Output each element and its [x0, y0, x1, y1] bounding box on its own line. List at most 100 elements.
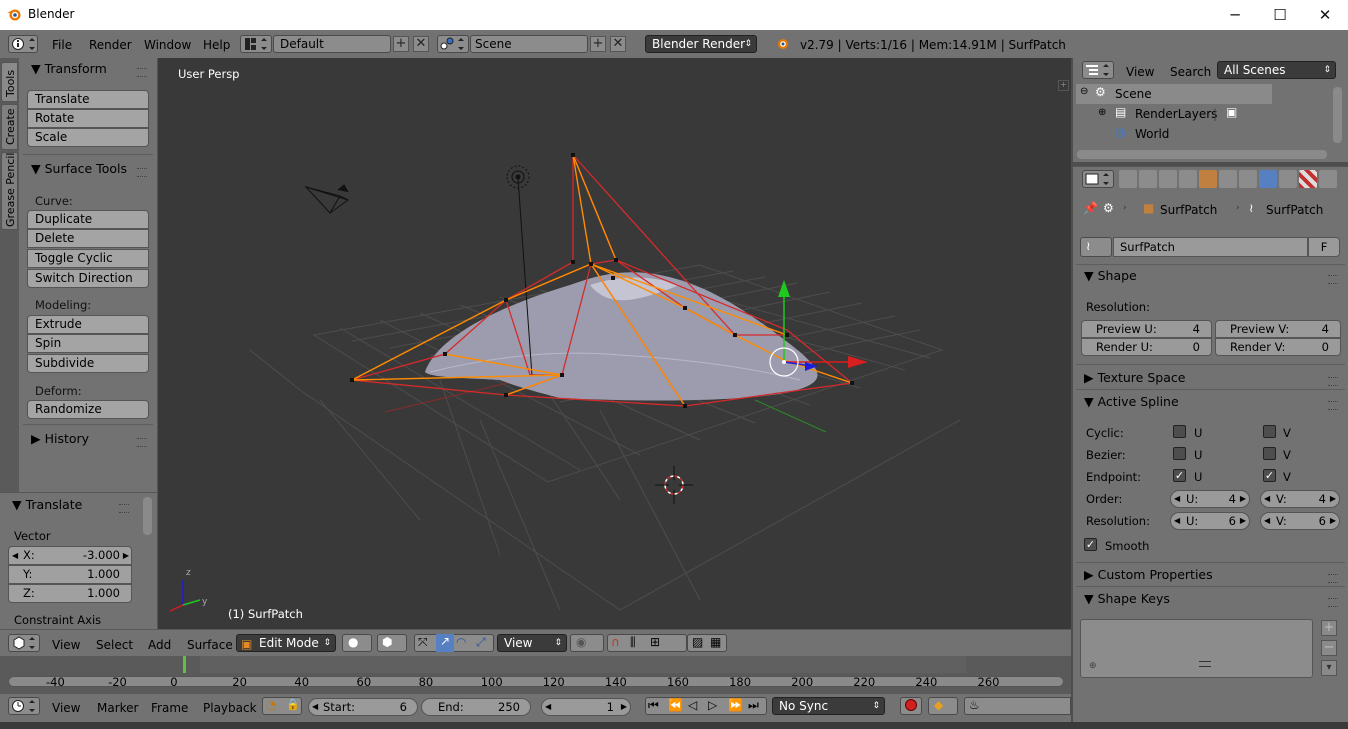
datablock-browse-button[interactable]: ≀ — [1080, 237, 1112, 257]
decrement-arrow-icon[interactable]: ◀ — [545, 699, 551, 715]
decrement-arrow-icon[interactable]: ◀ — [1264, 491, 1270, 507]
record-button[interactable] — [900, 697, 922, 715]
3d-viewport[interactable]: User Persp z y (1) SurfPatch + — [158, 58, 1071, 629]
menu-view[interactable]: View — [1126, 65, 1154, 79]
remove-screen-icon[interactable]: ✕ — [413, 36, 429, 52]
cyclic-v-checkbox[interactable] — [1263, 425, 1276, 438]
add-screen-icon[interactable]: + — [393, 36, 409, 52]
play-reverse-icon[interactable]: ◁ — [688, 698, 697, 712]
pivot-point-button[interactable]: ⬢ — [377, 634, 407, 652]
viewport-expand-icon[interactable]: + — [1058, 80, 1069, 91]
panel-grip-icon[interactable] — [137, 438, 147, 447]
scene-browse-button[interactable] — [437, 35, 469, 53]
menu-search[interactable]: Search — [1170, 65, 1211, 79]
panel-grip-icon[interactable] — [137, 68, 147, 77]
tab-tools[interactable]: Tools — [1, 62, 18, 102]
decrement-arrow-icon[interactable]: ◀ — [1174, 513, 1180, 529]
render-u-field[interactable]: Render U: 0 — [1081, 338, 1212, 356]
shape-keys-list[interactable]: ⊕ — [1080, 619, 1313, 678]
transform-panel-header[interactable]: ▼ Transform — [31, 61, 107, 76]
rotate-manipulator-icon[interactable]: ◠ — [456, 635, 466, 649]
smooth-checkbox[interactable]: ✓ — [1084, 538, 1097, 551]
menu-window[interactable]: Window — [144, 38, 191, 52]
increment-arrow-icon[interactable]: ▶ — [1240, 491, 1246, 507]
menu-playback[interactable]: Playback — [203, 701, 257, 715]
active-spline-panel-header[interactable]: ▼ Active Spline — [1084, 394, 1179, 409]
custom-properties-panel-header[interactable]: ▶ Custom Properties — [1084, 567, 1213, 582]
operator-panel-header[interactable]: ▼ Translate — [12, 497, 82, 512]
jump-start-icon[interactable]: ⏮ — [648, 698, 659, 713]
render-v-field[interactable]: Render V: 0 — [1215, 338, 1341, 356]
panel-grip-icon[interactable] — [137, 168, 147, 177]
vector-y-field[interactable]: Y: 1.000 — [8, 565, 132, 584]
vector-x-field[interactable]: ◀ X: -3.000 ▶ — [8, 546, 132, 565]
increment-arrow-icon[interactable]: ▶ — [1330, 491, 1336, 507]
vector-z-field[interactable]: Z: 1.000 — [8, 584, 132, 603]
outliner-row-scene[interactable]: ⊖ ⚙ Scene — [1076, 84, 1272, 104]
translate-manipulator-icon[interactable]: ↗ — [436, 634, 454, 652]
order-v-field[interactable]: ◀ V: 4 ▶ — [1260, 490, 1340, 508]
maximize-button[interactable]: ☐ — [1257, 0, 1303, 30]
preview-range-buttons[interactable]: ◔ 🔒 — [262, 697, 302, 715]
timeline-area[interactable]: -40 -20 0 20 40 60 80 100 120 140 160 180 200 220 240 2… — [0, 656, 1071, 694]
shape-keys-panel-header[interactable]: ▼ Shape Keys — [1084, 591, 1170, 606]
panel-grip-icon[interactable] — [1328, 598, 1338, 607]
panel-grip-icon[interactable] — [1328, 401, 1338, 410]
menu-add[interactable]: Add — [148, 638, 171, 652]
shape-key-specials-icon[interactable]: ▾ — [1321, 660, 1337, 676]
increment-arrow-icon[interactable]: ▶ — [123, 547, 129, 564]
next-keyframe-icon[interactable]: ⏩ — [728, 698, 743, 712]
play-icon[interactable]: ▷ — [708, 698, 717, 712]
material-tab-icon[interactable] — [1279, 170, 1297, 188]
randomize-button[interactable]: Randomize — [27, 400, 149, 419]
playhead-marker[interactable] — [183, 656, 186, 673]
list-filter-icon[interactable]: ⊕ — [1089, 661, 1097, 671]
panel-grip-icon[interactable] — [1328, 377, 1338, 386]
endpoint-u-checkbox[interactable]: ✓ — [1173, 469, 1186, 482]
panel-grip-icon[interactable] — [119, 504, 129, 513]
prev-keyframe-icon[interactable]: ⏪ — [668, 698, 683, 712]
delete-button[interactable]: Delete — [27, 229, 149, 248]
timeline-scrollbar[interactable] — [8, 676, 1064, 687]
expand-icon[interactable]: ⊕ — [1098, 107, 1106, 118]
rotate-button[interactable]: Rotate — [27, 109, 149, 128]
jump-end-icon[interactable]: ⏭ — [748, 698, 759, 713]
render-layers-tab-icon[interactable] — [1139, 170, 1157, 188]
outliner-vertical-scrollbar[interactable] — [1333, 87, 1342, 143]
increment-arrow-icon[interactable]: ▶ — [1240, 513, 1246, 529]
decrement-arrow-icon[interactable]: ◀ — [1174, 491, 1180, 507]
scene-tab-icon[interactable] — [1159, 170, 1177, 188]
current-frame-field[interactable]: ◀ 1 ▶ — [541, 698, 631, 716]
remove-scene-icon[interactable]: ✕ — [610, 36, 626, 52]
pin-icon[interactable]: 📌 — [1083, 201, 1098, 215]
physics-tab-icon[interactable] — [1319, 170, 1337, 188]
constraints-tab-icon[interactable] — [1219, 170, 1237, 188]
texture-tab-icon[interactable] — [1299, 170, 1317, 188]
texture-space-panel-header[interactable]: ▶ Texture Space — [1084, 370, 1185, 385]
world-tab-icon[interactable] — [1179, 170, 1197, 188]
history-panel-header[interactable]: ▶ History — [31, 431, 89, 446]
resolution-v-field[interactable]: ◀ V: 6 ▶ — [1260, 512, 1340, 530]
outliner-display-select[interactable]: All Scenes ⇕ — [1217, 61, 1336, 79]
manipulator-toggle-icon[interactable]: ⤧ — [418, 635, 428, 650]
menu-file[interactable]: File — [52, 38, 72, 52]
operator-scrollbar[interactable] — [143, 497, 152, 535]
add-shape-key-icon[interactable]: + — [1321, 620, 1337, 636]
outliner-row-renderlayers[interactable]: ⊕ ▤ RenderLayers | ▣ — [1076, 104, 1272, 124]
increment-arrow-icon[interactable]: ▶ — [621, 699, 627, 715]
scale-button[interactable]: Scale — [27, 128, 149, 147]
minimize-button[interactable]: ─ — [1212, 0, 1258, 30]
screen-layout-browse-button[interactable] — [240, 35, 272, 53]
editor-type-properties-button[interactable] — [1082, 170, 1114, 188]
bezier-u-checkbox[interactable] — [1173, 447, 1186, 460]
toggle-cyclic-button[interactable]: Toggle Cyclic — [27, 249, 149, 268]
menu-select[interactable]: Select — [96, 638, 133, 652]
switch-direction-button[interactable]: Switch Direction — [27, 269, 149, 288]
close-button[interactable]: ✕ — [1302, 0, 1348, 30]
shape-panel-header[interactable]: ▼ Shape — [1084, 268, 1137, 283]
increment-arrow-icon[interactable]: ▶ — [1330, 513, 1336, 529]
subdivide-button[interactable]: Subdivide — [27, 354, 149, 373]
screen-layout-field[interactable]: Default — [273, 35, 391, 53]
menu-view[interactable]: View — [52, 638, 80, 652]
menu-help[interactable]: Help — [203, 38, 230, 52]
